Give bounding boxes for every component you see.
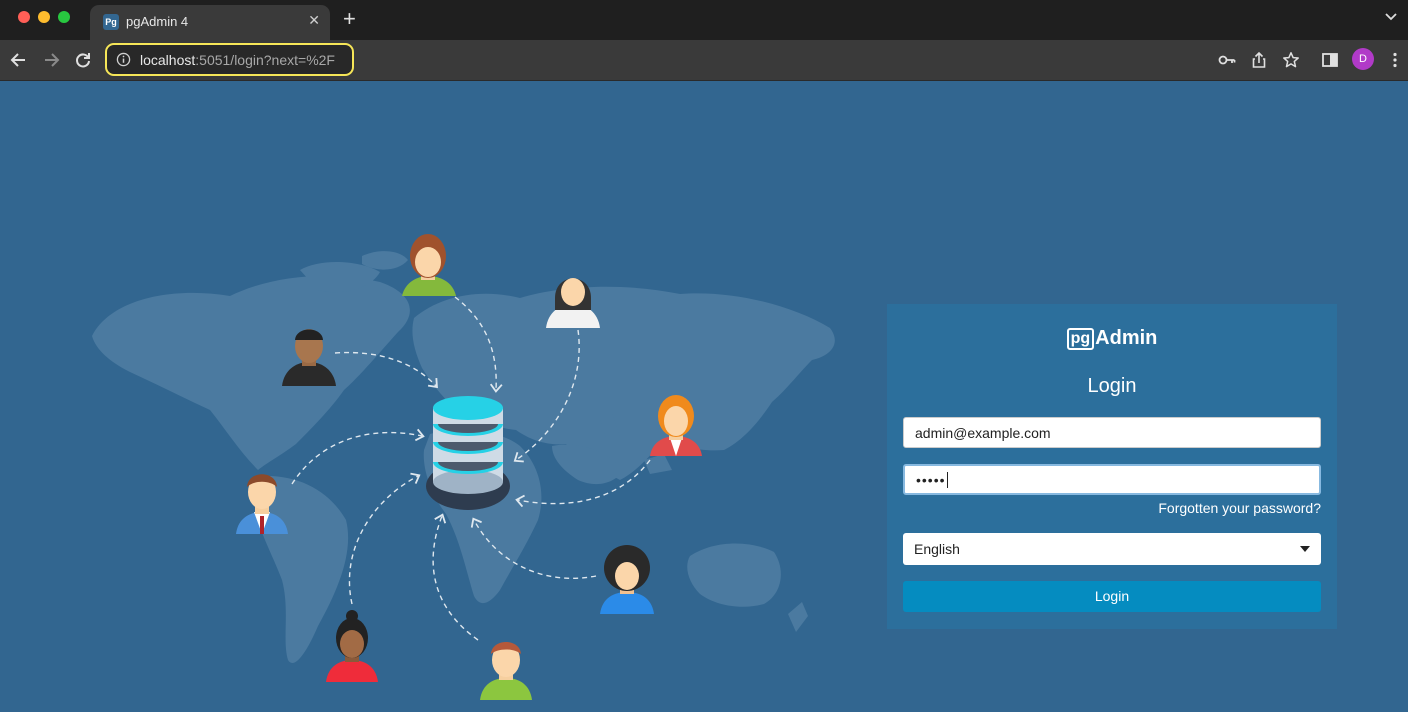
language-select[interactable]: English <box>903 533 1321 565</box>
address-path: :5051/login?next=%2F <box>195 52 335 68</box>
login-heading: Login <box>1087 375 1137 397</box>
login-button[interactable]: Login <box>903 581 1321 612</box>
forward-icon[interactable] <box>41 50 61 70</box>
close-window-icon[interactable] <box>18 11 30 23</box>
side-panel-icon[interactable] <box>1321 51 1339 69</box>
address-bar[interactable]: localhost:5051/login?next=%2F <box>105 43 354 76</box>
minimize-window-icon[interactable] <box>38 11 50 23</box>
browser-tabbar: Pg pgAdmin 4 ✕ + <box>0 0 1408 40</box>
password-field[interactable]: ••••• <box>903 464 1321 495</box>
login-panel: pg Admin Login admin@example.com ••••• Fo… <box>887 304 1337 629</box>
pgadmin-favicon-icon: Pg <box>103 14 119 30</box>
browser-toolbar: localhost:5051/login?next=%2F D <box>0 40 1408 81</box>
user-avatar-icon <box>480 642 532 700</box>
share-icon[interactable] <box>1250 51 1268 69</box>
key-icon[interactable] <box>1218 51 1236 69</box>
bookmark-star-icon[interactable] <box>1282 51 1300 69</box>
address-host: localhost <box>140 52 196 68</box>
more-menu-icon[interactable] <box>1386 51 1404 69</box>
logo-wordmark: Admin <box>1095 327 1158 349</box>
database-stack-icon <box>426 396 510 510</box>
login-page: pg Admin Login admin@example.com ••••• Fo… <box>0 81 1408 712</box>
dropdown-caret-icon <box>1300 546 1310 552</box>
email-field[interactable]: admin@example.com <box>903 417 1321 448</box>
profile-avatar[interactable]: D <box>1352 48 1374 70</box>
browser-tab[interactable]: Pg pgAdmin 4 ✕ <box>90 5 330 40</box>
forgot-password-link[interactable]: Forgotten your password? <box>1158 500 1321 516</box>
login-illustration <box>92 234 835 700</box>
language-selected-value: English <box>914 541 960 557</box>
user-avatar-icon <box>402 234 456 296</box>
maximize-window-icon[interactable] <box>58 11 70 23</box>
user-avatar-icon <box>326 610 378 682</box>
reload-icon[interactable] <box>73 50 93 70</box>
new-tab-icon[interactable]: + <box>343 7 356 31</box>
tab-search-chevron-icon[interactable] <box>1384 10 1398 24</box>
logo-pg-mark: pg <box>1066 327 1095 350</box>
back-icon[interactable] <box>9 50 29 70</box>
email-value: admin@example.com <box>915 424 1051 441</box>
user-avatar-icon <box>600 545 654 614</box>
address-url: localhost:5051/login?next=%2F <box>140 52 335 68</box>
tab-title: pgAdmin 4 <box>126 14 189 29</box>
tab-close-icon[interactable]: ✕ <box>308 12 320 29</box>
text-caret <box>946 471 948 488</box>
pgadmin-logo: pg Admin <box>887 327 1337 350</box>
site-info-icon[interactable] <box>116 52 131 67</box>
password-value: ••••• <box>916 471 946 488</box>
